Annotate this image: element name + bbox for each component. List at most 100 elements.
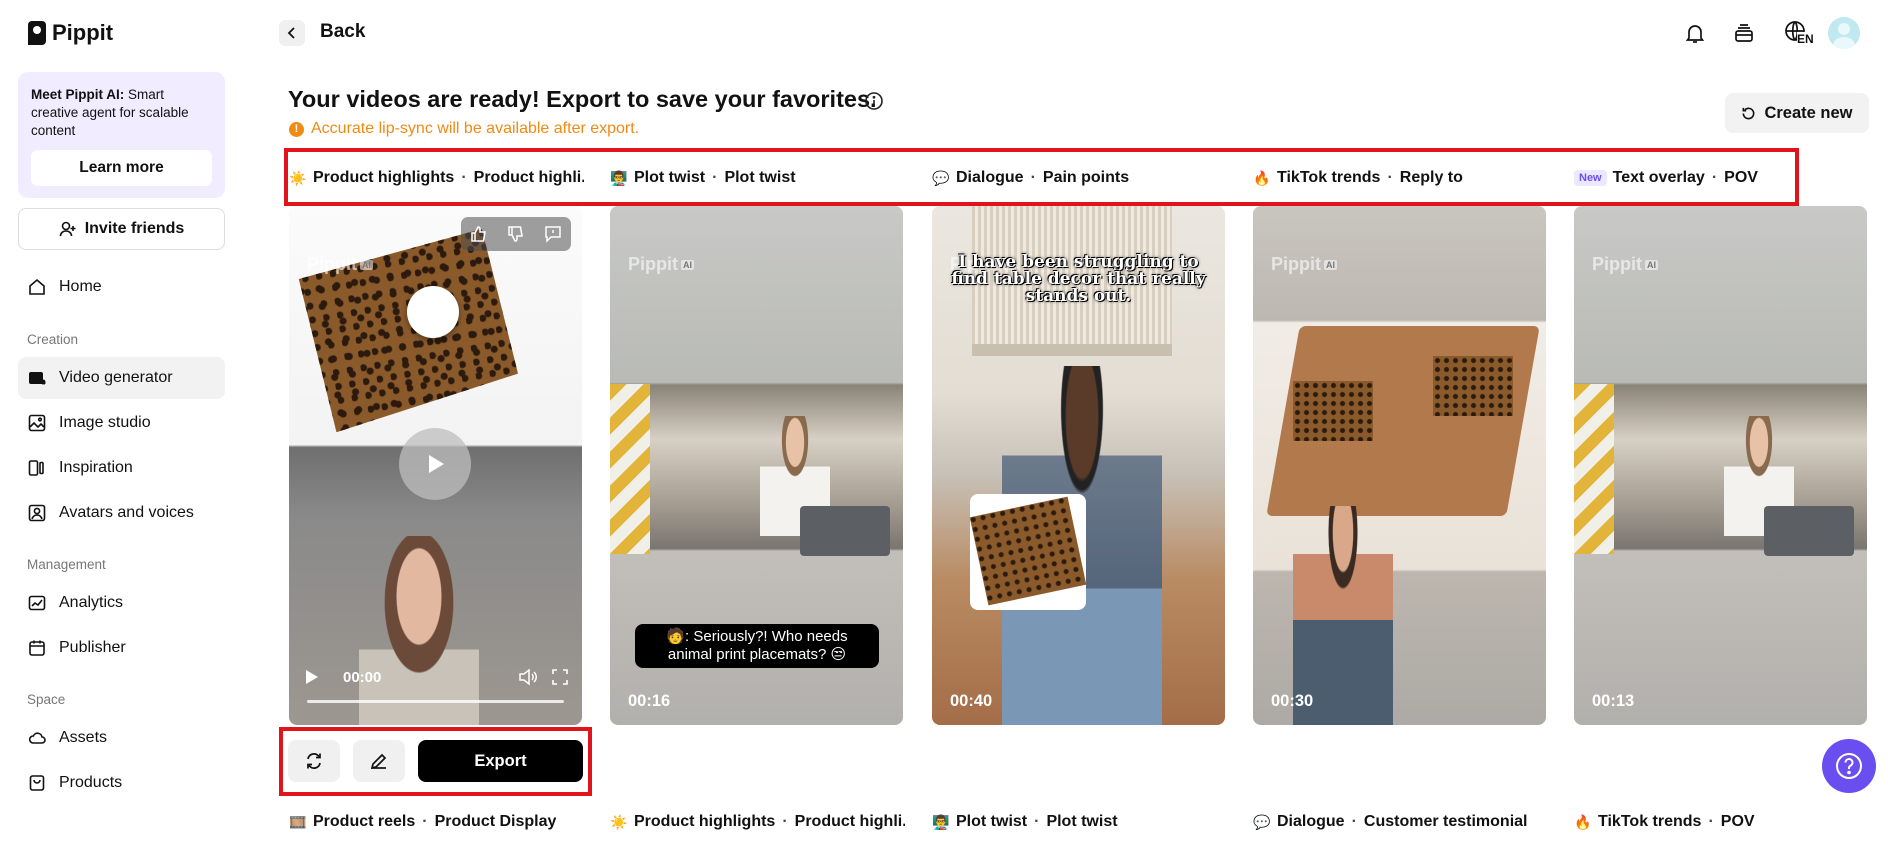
sidebar-item-label: Inspiration (59, 459, 133, 476)
video-card[interactable]: Pippit AI 00:00 (289, 206, 582, 725)
invite-friends-button[interactable]: Invite friends (18, 208, 225, 250)
user-avatar[interactable] (1828, 17, 1860, 49)
pippit-watermark: Pippit AI (1592, 254, 1658, 274)
fullscreen-icon[interactable] (552, 669, 568, 685)
video-caption: 🧑: Seriously?! Who needs animal print pl… (635, 624, 879, 668)
sidebar-item-label: Home (59, 278, 102, 295)
style-name: Dialogue (956, 169, 1024, 186)
pippit-watermark: Pippit AI (307, 254, 373, 274)
player-controls: 00:00 (303, 665, 568, 689)
speech-bubble-icon: 💬 (932, 169, 950, 186)
video-card[interactable]: Pippit AI 🧑: Seriously?! Who needs animal… (610, 206, 903, 725)
style-name: Product highlights (634, 813, 776, 830)
volume-icon[interactable] (518, 668, 538, 686)
video-card[interactable]: Pippit AI 00:13 (1574, 206, 1867, 725)
sun-icon: ☀️ (610, 813, 628, 830)
style-name: Dialogue (1277, 813, 1345, 830)
style-sub: Plot twist (724, 169, 796, 186)
video-thumbnail (1574, 206, 1867, 725)
info-icon[interactable] (864, 91, 884, 111)
inspiration-icon (27, 458, 47, 478)
sidebar-item-label: Publisher (59, 639, 126, 656)
thumbs-up-icon[interactable] (470, 225, 488, 243)
style-name: Plot twist (634, 169, 706, 186)
fire-icon: 🔥 (1253, 169, 1271, 186)
video-progress-bar[interactable] (307, 700, 564, 703)
export-button[interactable]: Export (418, 740, 583, 782)
promo-title: Meet Pippit AI: (31, 87, 125, 102)
notification-bell-icon[interactable] (1680, 18, 1710, 48)
create-new-button[interactable]: Create new (1725, 93, 1869, 133)
comment-icon[interactable] (544, 225, 562, 243)
style-label: 🔥 TikTok trends · Reply to (1253, 169, 1463, 186)
placemat-left (1293, 381, 1373, 441)
style-label: 👨‍🏫 Plot twist · Plot twist (610, 169, 796, 186)
regenerate-button[interactable] (288, 740, 340, 782)
sidebar-item-inspiration[interactable]: Inspiration (18, 447, 225, 489)
back-label[interactable]: Back (320, 21, 365, 43)
help-button[interactable] (1822, 739, 1876, 793)
sidebar-item-image-studio[interactable]: Image studio (18, 402, 225, 444)
avatar-icon (27, 503, 47, 523)
style-name: Product reels (313, 813, 416, 830)
office-stripes (1574, 384, 1614, 554)
pippit-watermark: Pippit AI (628, 254, 694, 274)
layers-stack-icon[interactable] (1729, 18, 1759, 48)
new-badge: New (1574, 170, 1607, 186)
warning-icon: ! (289, 121, 304, 137)
style-label: 💬 Dialogue · Customer testimonial (1253, 813, 1528, 830)
placemat-right (1433, 356, 1513, 416)
presenter-icon: 👨‍🏫 (610, 169, 628, 186)
refresh-icon (1743, 107, 1755, 119)
sidebar-item-publisher[interactable]: Publisher (18, 627, 225, 669)
style-sub: POV (1720, 813, 1755, 830)
video-card[interactable]: Pippit AI 00:30 (1253, 206, 1546, 725)
product-thumbnail (969, 494, 1087, 610)
sidebar-item-avatars[interactable]: Avatars and voices (18, 492, 225, 534)
app-name: Pippit (52, 20, 114, 45)
video-card[interactable]: Pippit AI I have been struggling to find … (932, 206, 1225, 725)
warning-text: Accurate lip-sync will be available afte… (311, 120, 640, 137)
language-globe-icon[interactable]: EN (1779, 18, 1815, 48)
sidebar-item-home[interactable]: Home (18, 266, 225, 308)
sidebar-item-analytics[interactable]: Analytics (18, 582, 225, 624)
current-time: 00:00 (343, 668, 382, 686)
style-label: ☀️ Product highlights · Product highli... (289, 166, 584, 190)
learn-more-button[interactable]: Learn more (31, 150, 212, 186)
style-label: 👨‍🏫 Plot twist · Plot twist (932, 813, 1118, 830)
create-new-label: Create new (1764, 103, 1853, 122)
back-button[interactable] (279, 20, 305, 46)
sidebar-item-label: Analytics (59, 594, 124, 611)
image-icon (27, 413, 47, 433)
sidebar-item-assets[interactable]: Assets (18, 717, 225, 759)
sidebar-item-products[interactable]: Products (18, 762, 225, 804)
style-sub: Reply to (1399, 169, 1463, 186)
sidebar-item-label: Products (59, 774, 123, 791)
speech-bubble-icon: 💬 (1253, 813, 1271, 830)
promo-card: Meet Pippit AI: Smart creative agent for… (18, 72, 225, 198)
style-sub: Plot twist (1046, 813, 1118, 830)
play-small-icon[interactable] (303, 669, 319, 685)
add-user-icon (59, 221, 76, 237)
invite-friends-label: Invite friends (84, 220, 185, 237)
style-sub: POV (1724, 169, 1758, 186)
edit-button[interactable] (353, 740, 405, 782)
play-icon (429, 455, 444, 473)
pencil-icon (370, 753, 387, 770)
play-button[interactable] (399, 428, 471, 500)
style-sub: Pain points (1042, 169, 1130, 186)
sidebar-item-label: Image studio (59, 414, 151, 431)
video-duration: 00:40 (950, 692, 993, 710)
sidebar: Pippit Meet Pippit AI: Smart creative ag… (0, 0, 243, 844)
thumbs-down-icon[interactable] (507, 225, 525, 243)
pippit-logo[interactable]: Pippit (28, 20, 113, 46)
style-label: 💬 Dialogue · Pain points (932, 169, 1130, 186)
sidebar-item-video-generator[interactable]: Video generator (18, 357, 225, 399)
video-duration: 00:16 (628, 692, 671, 710)
home-icon (27, 277, 47, 297)
style-sub: Product highli... (794, 813, 905, 830)
style-sub: Customer testimonial (1363, 813, 1528, 830)
help-question-icon (1836, 753, 1862, 779)
language-code: EN (1797, 32, 1814, 46)
sidebar-item-label: Avatars and voices (59, 504, 194, 521)
